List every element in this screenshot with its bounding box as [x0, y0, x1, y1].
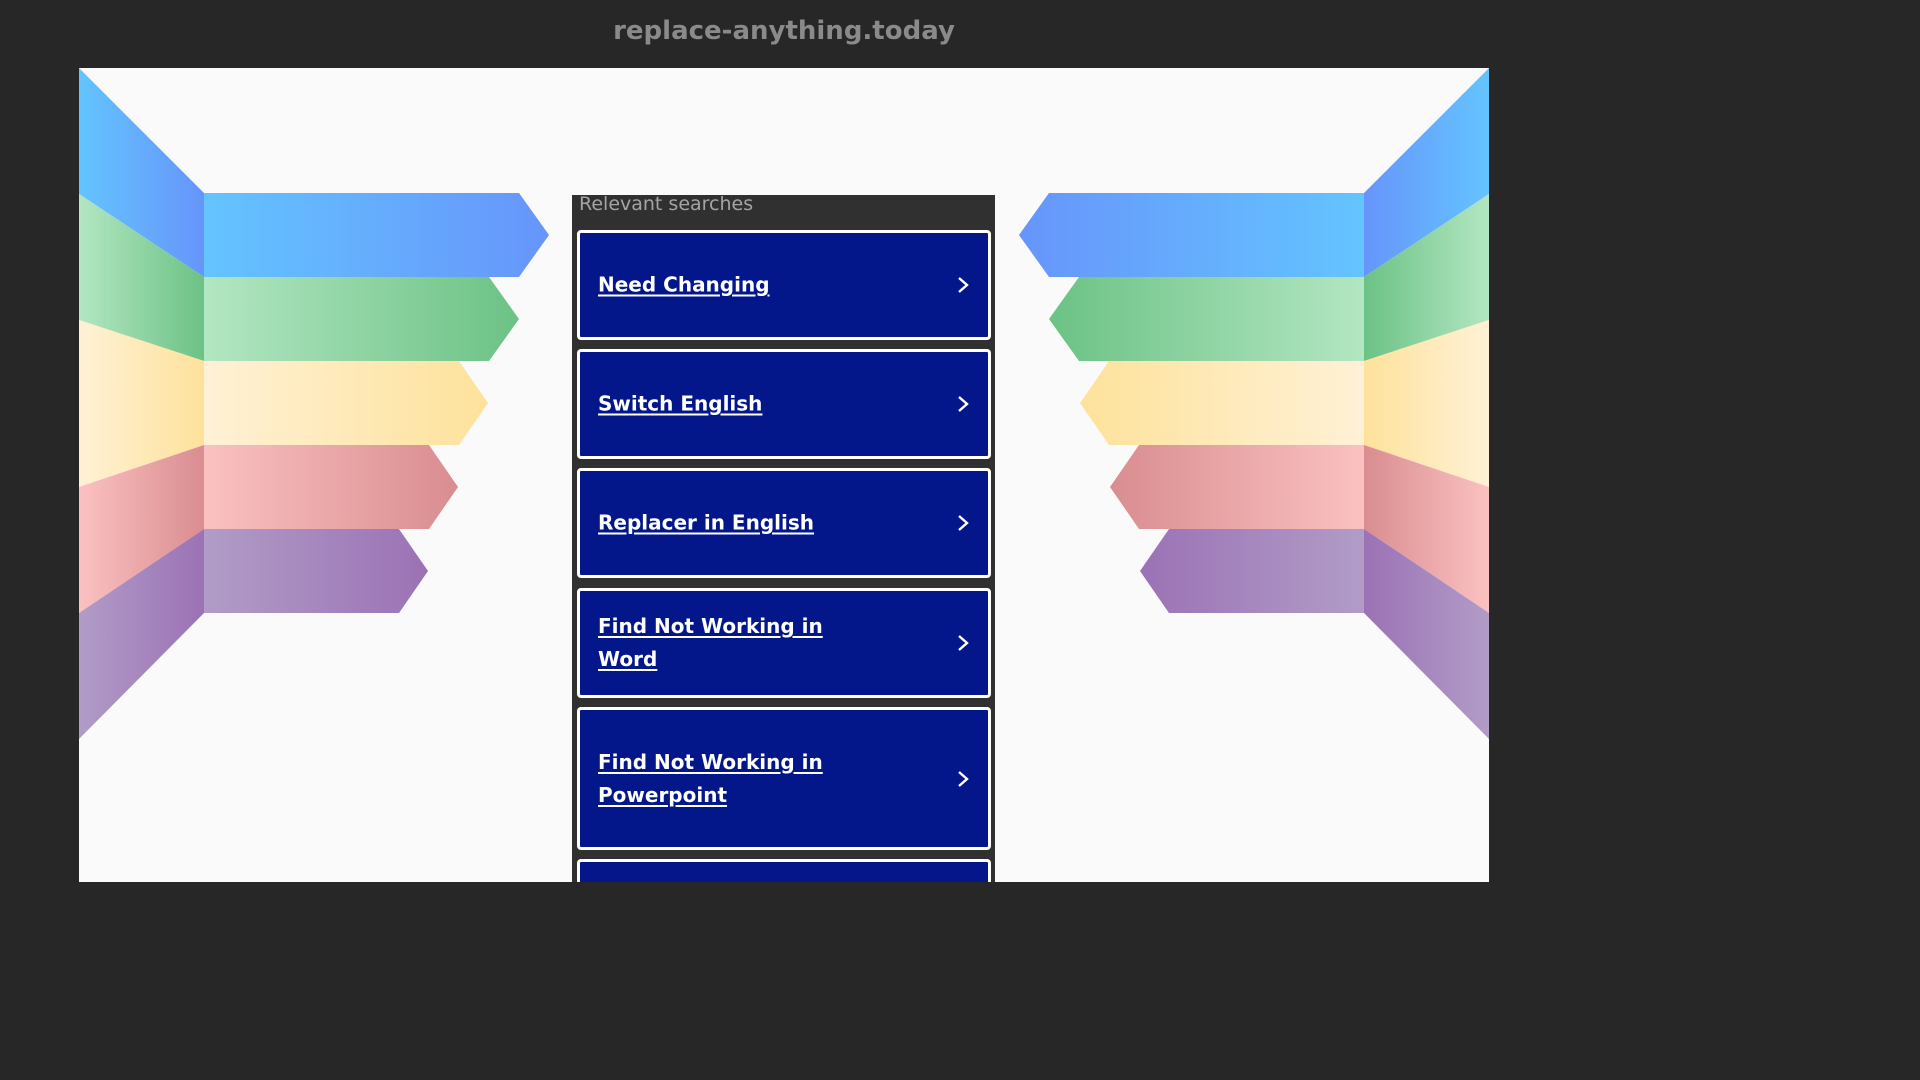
search-result-find-not-working-in-powerpoint[interactable]: Find Not Working in Powerpoint	[577, 707, 991, 850]
right-arrow-green	[1049, 277, 1364, 361]
result-link[interactable]: Replacer in English	[598, 507, 888, 540]
result-link[interactable]: Find Not Working in Word	[598, 610, 888, 676]
left-arrow-yellow	[204, 361, 488, 445]
chevron-right-icon	[958, 277, 969, 293]
left-arrow-blue	[204, 193, 549, 277]
search-result-switch-english[interactable]: Switch English	[577, 349, 991, 459]
chevron-right-icon	[958, 770, 969, 787]
left-arrow-purple	[204, 529, 428, 613]
search-result-find-not-working-in-word[interactable]: Find Not Working in Word	[577, 588, 991, 698]
right-arrow-purple	[1140, 529, 1364, 613]
right-arrow-yellow	[1080, 361, 1364, 445]
right-arrow-red	[1110, 445, 1364, 529]
top-bar: replace-anything.today	[0, 0, 1568, 68]
search-result-replacer-in-english[interactable]: Replacer in English	[577, 468, 991, 578]
chevron-right-icon	[958, 635, 969, 651]
chevron-right-icon	[958, 396, 969, 412]
panel-heading: Relevant searches	[579, 195, 754, 215]
domain-title: replace-anything.today	[613, 16, 955, 46]
result-link[interactable]: Need Changing	[598, 269, 888, 302]
left-arrow-red	[204, 445, 458, 529]
result-link[interactable]: Find Not Working in Powerpoint	[598, 746, 888, 812]
left-arrow-green	[204, 277, 519, 361]
search-result-need-changing[interactable]: Need Changing	[577, 230, 991, 340]
relevant-searches-panel: Relevant searches Need Changing Switch E…	[572, 195, 995, 882]
right-arrow-blue	[1019, 193, 1364, 277]
result-link[interactable]: Switch English	[598, 388, 888, 421]
chevron-right-icon	[958, 515, 969, 531]
search-result-partial[interactable]	[577, 859, 991, 882]
